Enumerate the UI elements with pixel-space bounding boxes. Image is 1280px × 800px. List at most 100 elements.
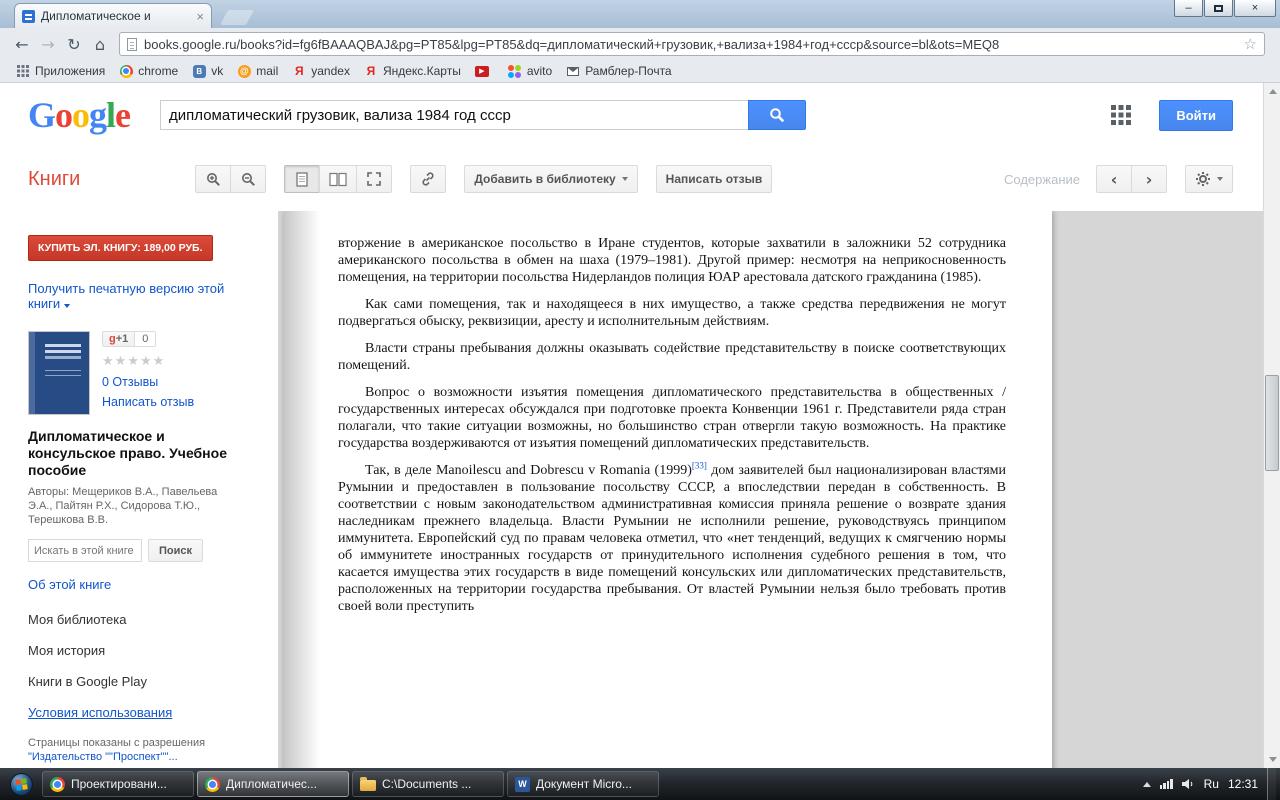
- zoom-controls: [195, 165, 267, 193]
- browser-tab[interactable]: Дипломатическое и ×: [14, 3, 212, 28]
- get-link-button[interactable]: [410, 165, 447, 193]
- add-to-library-button[interactable]: Добавить в библиотеку: [464, 165, 638, 193]
- clock[interactable]: 12:31: [1228, 777, 1258, 791]
- back-button[interactable]: ←: [10, 35, 34, 54]
- language-indicator[interactable]: Ru: [1204, 777, 1219, 791]
- show-hidden-icons-button[interactable]: [1142, 781, 1151, 787]
- bookmark-yandex[interactable]: Я yandex: [286, 62, 356, 80]
- previous-page-button[interactable]: ‹: [1096, 165, 1132, 193]
- bookmark-rambler[interactable]: Рамблер-Почта: [560, 62, 677, 80]
- tab-close-icon[interactable]: ×: [196, 10, 204, 23]
- yandex-maps-icon: Я: [366, 64, 376, 78]
- bookmark-yandex-maps[interactable]: Я Яндекс.Карты: [358, 62, 467, 80]
- scrollbar[interactable]: [1263, 83, 1280, 768]
- bookmark-chrome[interactable]: chrome: [113, 62, 184, 80]
- chevron-down-icon: [1217, 177, 1223, 181]
- content: КУПИТЬ ЭЛ. КНИГУ: 189,00 РУБ. Получить п…: [0, 211, 1263, 768]
- sidebar-item-my-history[interactable]: Моя история: [28, 643, 262, 658]
- address-bar[interactable]: books.google.ru/books?id=fg6fBAAAQBAJ&pg…: [119, 32, 1265, 56]
- book-cover[interactable]: [28, 331, 90, 415]
- fullscreen-button[interactable]: [356, 165, 393, 193]
- reload-button[interactable]: ↻: [62, 35, 86, 54]
- chevron-down-icon: [63, 304, 70, 308]
- window-maximize-button[interactable]: [1204, 0, 1233, 17]
- taskbar-item-4[interactable]: W Документ Micro...: [507, 771, 659, 797]
- next-page-button[interactable]: ›: [1131, 165, 1167, 193]
- buy-ebook-button[interactable]: КУПИТЬ ЭЛ. КНИГУ: 189,00 РУБ.: [28, 235, 213, 261]
- bookmark-star-icon[interactable]: ☆: [1244, 35, 1257, 53]
- about-book-link[interactable]: Об этой книге: [28, 577, 262, 592]
- taskbar-item-1[interactable]: Проектировани...: [42, 771, 194, 797]
- scroll-down-button[interactable]: [1264, 751, 1280, 768]
- taskbar-item-2-active[interactable]: Дипломатичес...: [197, 771, 349, 797]
- write-review-button[interactable]: Написать отзыв: [655, 165, 773, 193]
- book-viewer[interactable]: вторжение в американское посольство в Ир…: [278, 211, 1263, 768]
- url-text[interactable]: books.google.ru/books?id=fg6fBAAAQBAJ&pg…: [144, 37, 1237, 52]
- forward-button[interactable]: →: [36, 35, 60, 54]
- sign-in-button[interactable]: Войти: [1159, 99, 1233, 131]
- window-close-button[interactable]: ×: [1234, 0, 1276, 17]
- scroll-up-button[interactable]: [1264, 83, 1280, 100]
- scrollbar-thumb[interactable]: [1265, 375, 1279, 471]
- add-to-library-label: Добавить в библиотеку: [474, 172, 616, 186]
- two-page-icon: [329, 172, 347, 186]
- books-section-label[interactable]: Книги: [28, 168, 80, 191]
- sidebar-item-terms[interactable]: Условия использования: [28, 705, 262, 720]
- single-page-icon: [296, 171, 308, 187]
- show-desktop-button[interactable]: [1267, 768, 1276, 800]
- sidebar-item-my-library[interactable]: Моя библиотека: [28, 612, 262, 627]
- search-input[interactable]: [160, 100, 749, 130]
- bookmark-avito[interactable]: avito: [502, 62, 558, 80]
- page-paragraph: вторжение в американское посольство в Ир…: [338, 236, 1006, 285]
- maximize-icon: [1214, 4, 1223, 12]
- in-book-search-input[interactable]: [28, 539, 142, 562]
- mail-icon: @: [237, 64, 251, 78]
- home-button[interactable]: ⌂: [88, 35, 112, 54]
- sidebar-nav: Моя библиотека Моя история Книги в Googl…: [28, 612, 262, 720]
- new-tab-button[interactable]: [220, 10, 254, 25]
- bookmark-label: chrome: [138, 64, 179, 78]
- search-button[interactable]: [748, 100, 807, 130]
- start-button[interactable]: [0, 768, 42, 800]
- book-info: g +1 0 ★★★★★ 0 Отзывы Написать отзыв: [28, 331, 262, 415]
- bookmark-apps[interactable]: Приложения: [10, 62, 111, 80]
- bookmark-label: vk: [211, 64, 224, 78]
- star-icon: ★: [152, 354, 166, 369]
- book-page[interactable]: вторжение в американское посольство в Ир…: [284, 211, 1052, 768]
- google-header: Google Войти: [0, 83, 1263, 147]
- print-version-link[interactable]: Получить печатную версию этой книги: [28, 281, 238, 311]
- gplus-button[interactable]: g +1: [102, 331, 136, 347]
- chrome-icon: [205, 776, 220, 792]
- window-controls: – ×: [1173, 0, 1276, 17]
- zoom-in-icon: [206, 172, 220, 186]
- two-page-view-button[interactable]: [319, 165, 358, 193]
- view-mode-controls: [284, 165, 393, 193]
- page-text: вторжение в американское посольство в Ир…: [284, 211, 1052, 615]
- publisher-link[interactable]: "Издательство ""Проспект""...: [28, 751, 178, 763]
- chevron-right-icon: ›: [1145, 169, 1153, 189]
- google-logo[interactable]: Google: [28, 97, 131, 133]
- search-box: [160, 100, 807, 130]
- network-icon[interactable]: [1159, 779, 1173, 789]
- settings-button[interactable]: [1185, 165, 1233, 193]
- in-book-search-button[interactable]: Поиск: [148, 539, 204, 562]
- zoom-out-button[interactable]: [230, 165, 267, 193]
- bookmark-youtube[interactable]: ▶: [469, 62, 500, 80]
- reviews-link[interactable]: 0 Отзывы: [102, 375, 194, 389]
- taskbar-item-3[interactable]: C:\Documents ...: [352, 771, 504, 797]
- apps-launcher-icon[interactable]: [1111, 105, 1132, 125]
- footnote-link[interactable]: [33]: [692, 460, 707, 470]
- sidebar-item-google-play-books[interactable]: Книги в Google Play: [28, 674, 262, 689]
- volume-icon[interactable]: [1181, 778, 1195, 790]
- book-title: Дипломатическое и консульское право. Уче…: [28, 428, 227, 478]
- bookmark-label: Приложения: [35, 64, 106, 78]
- taskbar-item-label: Документ Micro...: [536, 777, 632, 791]
- write-review-link[interactable]: Написать отзыв: [102, 395, 194, 409]
- bookmark-mail[interactable]: @ mail: [231, 62, 284, 80]
- single-page-view-button[interactable]: [284, 165, 321, 193]
- zoom-in-button[interactable]: [195, 165, 232, 193]
- rating-stars[interactable]: ★★★★★: [102, 354, 194, 369]
- bookmark-vk[interactable]: В vk: [186, 62, 229, 80]
- system-tray: Ru 12:31: [1142, 768, 1280, 800]
- window-minimize-button[interactable]: –: [1174, 0, 1203, 17]
